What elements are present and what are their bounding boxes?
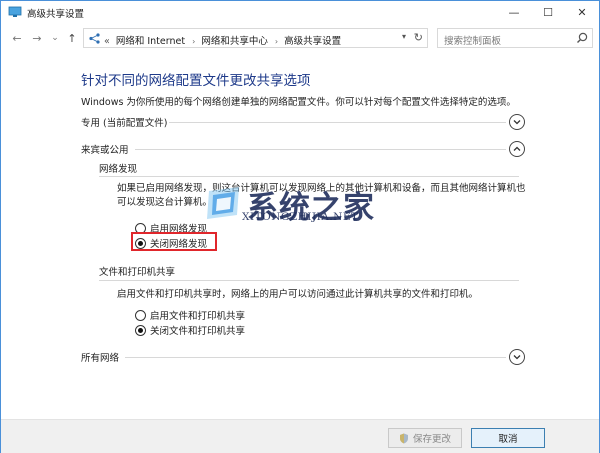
radio-disable-file-sharing[interactable]: 关闭文件和打印机共享 <box>135 323 245 337</box>
minimize-button[interactable]: — <box>497 1 531 23</box>
close-button[interactable]: ✕ <box>565 1 599 23</box>
divider <box>99 176 519 177</box>
breadcrumb-separator: › <box>192 37 196 46</box>
radio-label[interactable]: 关闭文件和打印机共享 <box>150 323 245 337</box>
highlight-box <box>131 232 217 251</box>
search-icon[interactable] <box>576 32 588 44</box>
network-app-icon <box>8 6 22 17</box>
breadcrumb-separator: › <box>274 37 279 46</box>
watermark-url: XITONGZHIJIA.NET <box>242 211 359 223</box>
divider <box>99 280 519 281</box>
breadcrumb-network-internet[interactable]: 网络和 Internet <box>116 36 185 47</box>
title-bar: 高级共享设置 — ☐ ✕ <box>1 1 599 23</box>
collapse-public-button[interactable] <box>509 141 525 157</box>
footer-bar: 保存更改 取消 <box>1 419 599 453</box>
recent-locations-button[interactable]: ⌄ <box>47 30 63 46</box>
forward-button[interactable]: → <box>29 30 45 46</box>
watermark-logo-icon <box>207 187 239 219</box>
refresh-icon[interactable]: ↻ <box>414 31 423 44</box>
breadcrumb-advanced-sharing[interactable]: 高级共享设置 <box>284 36 341 47</box>
search-box[interactable]: 搜索控制面板 <box>437 28 593 48</box>
breadcrumb-sharing-center[interactable]: 网络和共享中心 <box>201 36 268 47</box>
profile-public-label[interactable]: 来宾或公用 <box>81 142 129 156</box>
shield-icon <box>399 433 408 443</box>
window-title: 高级共享设置 <box>27 9 85 20</box>
maximize-button[interactable]: ☐ <box>531 1 565 23</box>
divider <box>169 122 506 123</box>
save-changes-label: 保存更改 <box>412 434 451 445</box>
window: 高级共享设置 — ☐ ✕ ← → ⌄ ↑ « 网络和 Internet › 网络和… <box>0 0 600 453</box>
chevron-down-icon <box>513 355 521 360</box>
radio-selected-dot <box>138 327 143 333</box>
profile-private-label[interactable]: 专用 (当前配置文件) <box>81 115 167 129</box>
page-title: 针对不同的网络配置文件更改共享选项 <box>81 73 311 89</box>
chevron-up-icon <box>513 146 521 151</box>
radio-enable-file-sharing[interactable]: 启用文件和打印机共享 <box>135 308 245 322</box>
search-input[interactable]: 搜索控制面板 <box>444 33 501 47</box>
back-button[interactable]: ← <box>9 30 25 46</box>
network-discovery-title: 网络发现 <box>99 164 138 175</box>
navigation-bar: ← → ⌄ ↑ « 网络和 Internet › 网络和共享中心 › 高级共享设置 … <box>1 25 599 51</box>
file-printer-sharing-text: 启用文件和打印机共享时，网络上的用户可以访问通过此计算机共享的文件和打印机。 <box>117 289 479 300</box>
network-icon <box>89 33 100 44</box>
chevron-down-icon[interactable]: ▾ <box>402 32 406 41</box>
save-changes-button[interactable]: 保存更改 <box>388 428 462 448</box>
radio-label[interactable]: 启用文件和打印机共享 <box>150 308 245 322</box>
cancel-button[interactable]: 取消 <box>471 428 545 448</box>
file-printer-sharing-title: 文件和打印机共享 <box>99 267 176 278</box>
cancel-label: 取消 <box>498 434 518 445</box>
page-description: Windows 为你所使用的每个网络创建单独的网络配置文件。你可以针对每个配置文… <box>81 97 516 108</box>
divider <box>125 357 506 358</box>
breadcrumb-overflow[interactable]: « <box>104 36 110 47</box>
radio-button[interactable] <box>135 324 146 336</box>
up-button[interactable]: ↑ <box>64 30 80 46</box>
profile-all-networks-label[interactable]: 所有网络 <box>81 350 119 364</box>
address-bar[interactable]: « 网络和 Internet › 网络和共享中心 › 高级共享设置 ▾ ↻ <box>83 28 428 48</box>
network-discovery-text-line2: 可以发现这台计算机。 <box>117 197 213 208</box>
radio-button[interactable] <box>135 309 146 321</box>
chevron-down-icon <box>513 120 521 125</box>
expand-all-networks-button[interactable] <box>509 349 525 365</box>
breadcrumb: « 网络和 Internet › 网络和共享中心 › 高级共享设置 <box>104 33 344 47</box>
divider <box>135 149 506 150</box>
expand-private-button[interactable] <box>509 114 525 130</box>
